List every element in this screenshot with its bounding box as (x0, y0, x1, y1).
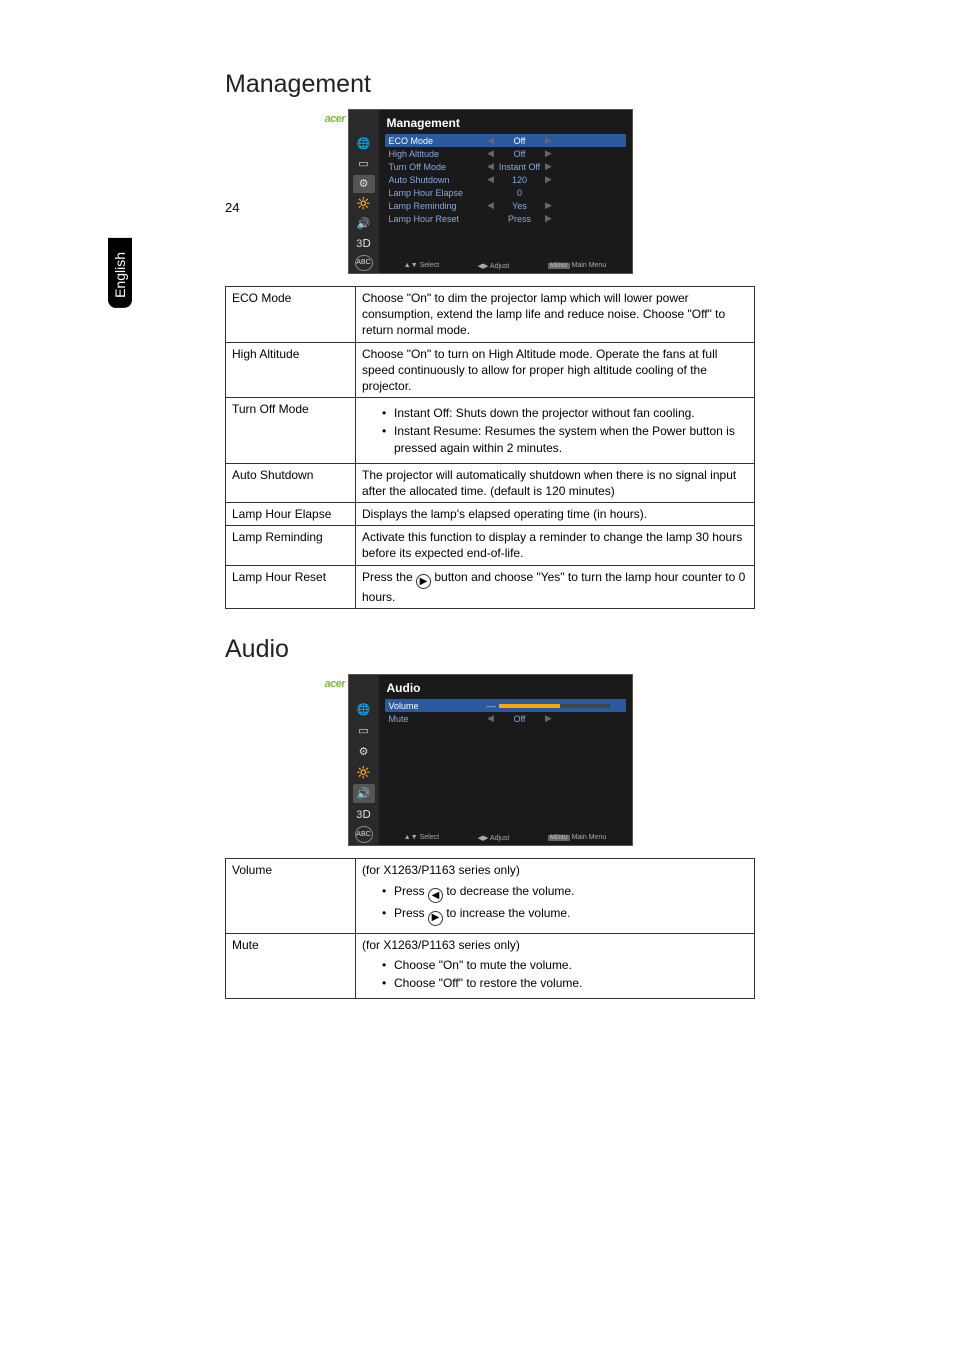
management-menu-panel: Management ECO Mode◀Off▶ High Altitude◀O… (379, 110, 632, 273)
table-row: Lamp Reminding Activate this function to… (226, 526, 755, 565)
audio-spec-table: Volume (for X1263/P1163 series only) Pre… (225, 858, 755, 999)
spec-label: High Altitude (226, 342, 356, 398)
right-arrow-icon: ▶ (428, 911, 443, 926)
menu-row-high-altitude: High Altitude◀Off▶ (385, 147, 626, 160)
left-arrow-icon: ◀ (428, 888, 443, 903)
screen-icon: ▭ (353, 721, 375, 740)
spec-label: Lamp Hour Reset (226, 565, 356, 609)
spec-desc: The projector will automatically shutdow… (356, 463, 755, 502)
globe-icon: 🌐 (353, 135, 375, 153)
management-menu-title: Management (385, 110, 626, 134)
spec-label: Turn Off Mode (226, 398, 356, 464)
audio-screenshot: acer 🌐 ▭ ⚙ 🔆 🔊 3Ⅾ ABC Audio Volume — Mut… (348, 674, 633, 846)
spec-desc: Choose "On" to dim the projector lamp wh… (356, 287, 755, 343)
speaker-icon: 🔊 (353, 215, 375, 233)
table-row: Mute (for X1263/P1163 series only) Choos… (226, 933, 755, 999)
menu-iconbar: 🌐 ▭ ⚙ 🔆 🔊 3Ⅾ ABC (349, 110, 379, 273)
spec-label: ECO Mode (226, 287, 356, 343)
table-row: ECO Mode Choose "On" to dim the projecto… (226, 287, 755, 343)
list-item: Press ◀ to decrease the volume. (382, 883, 748, 904)
volume-fill (499, 704, 560, 708)
list-item: Choose "Off" to restore the volume. (382, 975, 748, 991)
table-row: Volume (for X1263/P1163 series only) Pre… (226, 859, 755, 933)
abc-icon: ABC (355, 255, 373, 271)
spec-desc: Instant Off: Shuts down the projector wi… (356, 398, 755, 464)
footer-select: ▲▼ Select (404, 834, 439, 842)
menu-row-lamp-hour-elapse: Lamp Hour Elapse0 (385, 186, 626, 199)
gauge-icon: 🔆 (353, 763, 375, 782)
threed-icon: 3Ⅾ (353, 235, 375, 253)
list-item: Choose "On" to mute the volume. (382, 957, 748, 973)
menu-row-auto-shutdown: Auto Shutdown◀120▶ (385, 173, 626, 186)
list-item: Instant Resume: Resumes the system when … (382, 423, 748, 455)
spec-desc: (for X1263/P1163 series only) Press ◀ to… (356, 859, 755, 933)
abc-icon: ABC (355, 826, 373, 843)
table-row: Lamp Hour Elapse Displays the lamp's ela… (226, 503, 755, 526)
list-item: Press ▶ to increase the volume. (382, 905, 748, 926)
spec-label: Mute (226, 933, 356, 999)
menu-row-mute: Mute◀Off▶ (385, 712, 626, 725)
spec-label: Auto Shutdown (226, 463, 356, 502)
management-heading: Management (225, 70, 755, 99)
management-spec-table: ECO Mode Choose "On" to dim the projecto… (225, 286, 755, 609)
gear-icon: ⚙ (353, 175, 375, 193)
footer-adjust: ◀▶ Adjust (478, 834, 510, 842)
menu-row-turn-off-mode: Turn Off Mode◀Instant Off▶ (385, 160, 626, 173)
footer-adjust: ◀▶ Adjust (478, 262, 510, 270)
gear-icon: ⚙ (353, 742, 375, 761)
language-tab: English (108, 238, 132, 308)
screen-icon: ▭ (353, 155, 375, 173)
right-arrow-icon: ▶ (416, 574, 431, 589)
table-row: Turn Off Mode Instant Off: Shuts down th… (226, 398, 755, 464)
threed-icon: 3Ⅾ (353, 805, 375, 824)
volume-bar (499, 704, 610, 708)
menu-row-lamp-hour-reset: Lamp Hour ResetPress▶ (385, 212, 626, 225)
audio-menu-title: Audio (385, 675, 626, 699)
spec-desc: (for X1263/P1163 series only) Choose "On… (356, 933, 755, 999)
footer-select: ▲▼ Select (404, 262, 439, 270)
table-row: Lamp Hour Reset Press the ▶ button and c… (226, 565, 755, 609)
table-row: High Altitude Choose "On" to turn on Hig… (226, 342, 755, 398)
page-content: Management acer 🌐 ▭ ⚙ 🔆 🔊 3Ⅾ ABC Managem… (225, 70, 755, 999)
audio-heading: Audio (225, 635, 755, 664)
menu-row-lamp-reminding: Lamp Reminding◀Yes▶ (385, 199, 626, 212)
spec-desc: Press the ▶ button and choose "Yes" to t… (356, 565, 755, 609)
spec-label: Lamp Reminding (226, 526, 356, 565)
brand-logo: acer (325, 113, 346, 125)
management-screenshot: acer 🌐 ▭ ⚙ 🔆 🔊 3Ⅾ ABC Management ECO Mod… (348, 109, 633, 274)
audio-menu-footer: ▲▼ Select ◀▶ Adjust MENUMain Menu (379, 834, 632, 842)
audio-menu-panel: Audio Volume — Mute◀Off▶ ▲▼ Select ◀▶ Ad… (379, 675, 632, 845)
list-item: Instant Off: Shuts down the projector wi… (382, 405, 748, 421)
footer-menu: MENUMain Menu (548, 262, 606, 270)
menu-iconbar: 🌐 ▭ ⚙ 🔆 🔊 3Ⅾ ABC (349, 675, 379, 845)
spec-desc: Displays the lamp's elapsed operating ti… (356, 503, 755, 526)
menu-row-volume: Volume — (385, 699, 626, 712)
table-row: Auto Shutdown The projector will automat… (226, 463, 755, 502)
footer-menu: MENUMain Menu (548, 834, 606, 842)
page-number: 24 (225, 200, 239, 215)
management-menu-footer: ▲▼ Select ◀▶ Adjust MENUMain Menu (379, 262, 632, 270)
brand-logo: acer (325, 678, 346, 690)
speaker-icon: 🔊 (353, 784, 375, 803)
globe-icon: 🌐 (353, 700, 375, 719)
spec-desc: Choose "On" to turn on High Altitude mod… (356, 342, 755, 398)
spec-label: Volume (226, 859, 356, 933)
spec-label: Lamp Hour Elapse (226, 503, 356, 526)
menu-row-eco-mode: ECO Mode◀Off▶ (385, 134, 626, 147)
spec-desc: Activate this function to display a remi… (356, 526, 755, 565)
gauge-icon: 🔆 (353, 195, 375, 213)
